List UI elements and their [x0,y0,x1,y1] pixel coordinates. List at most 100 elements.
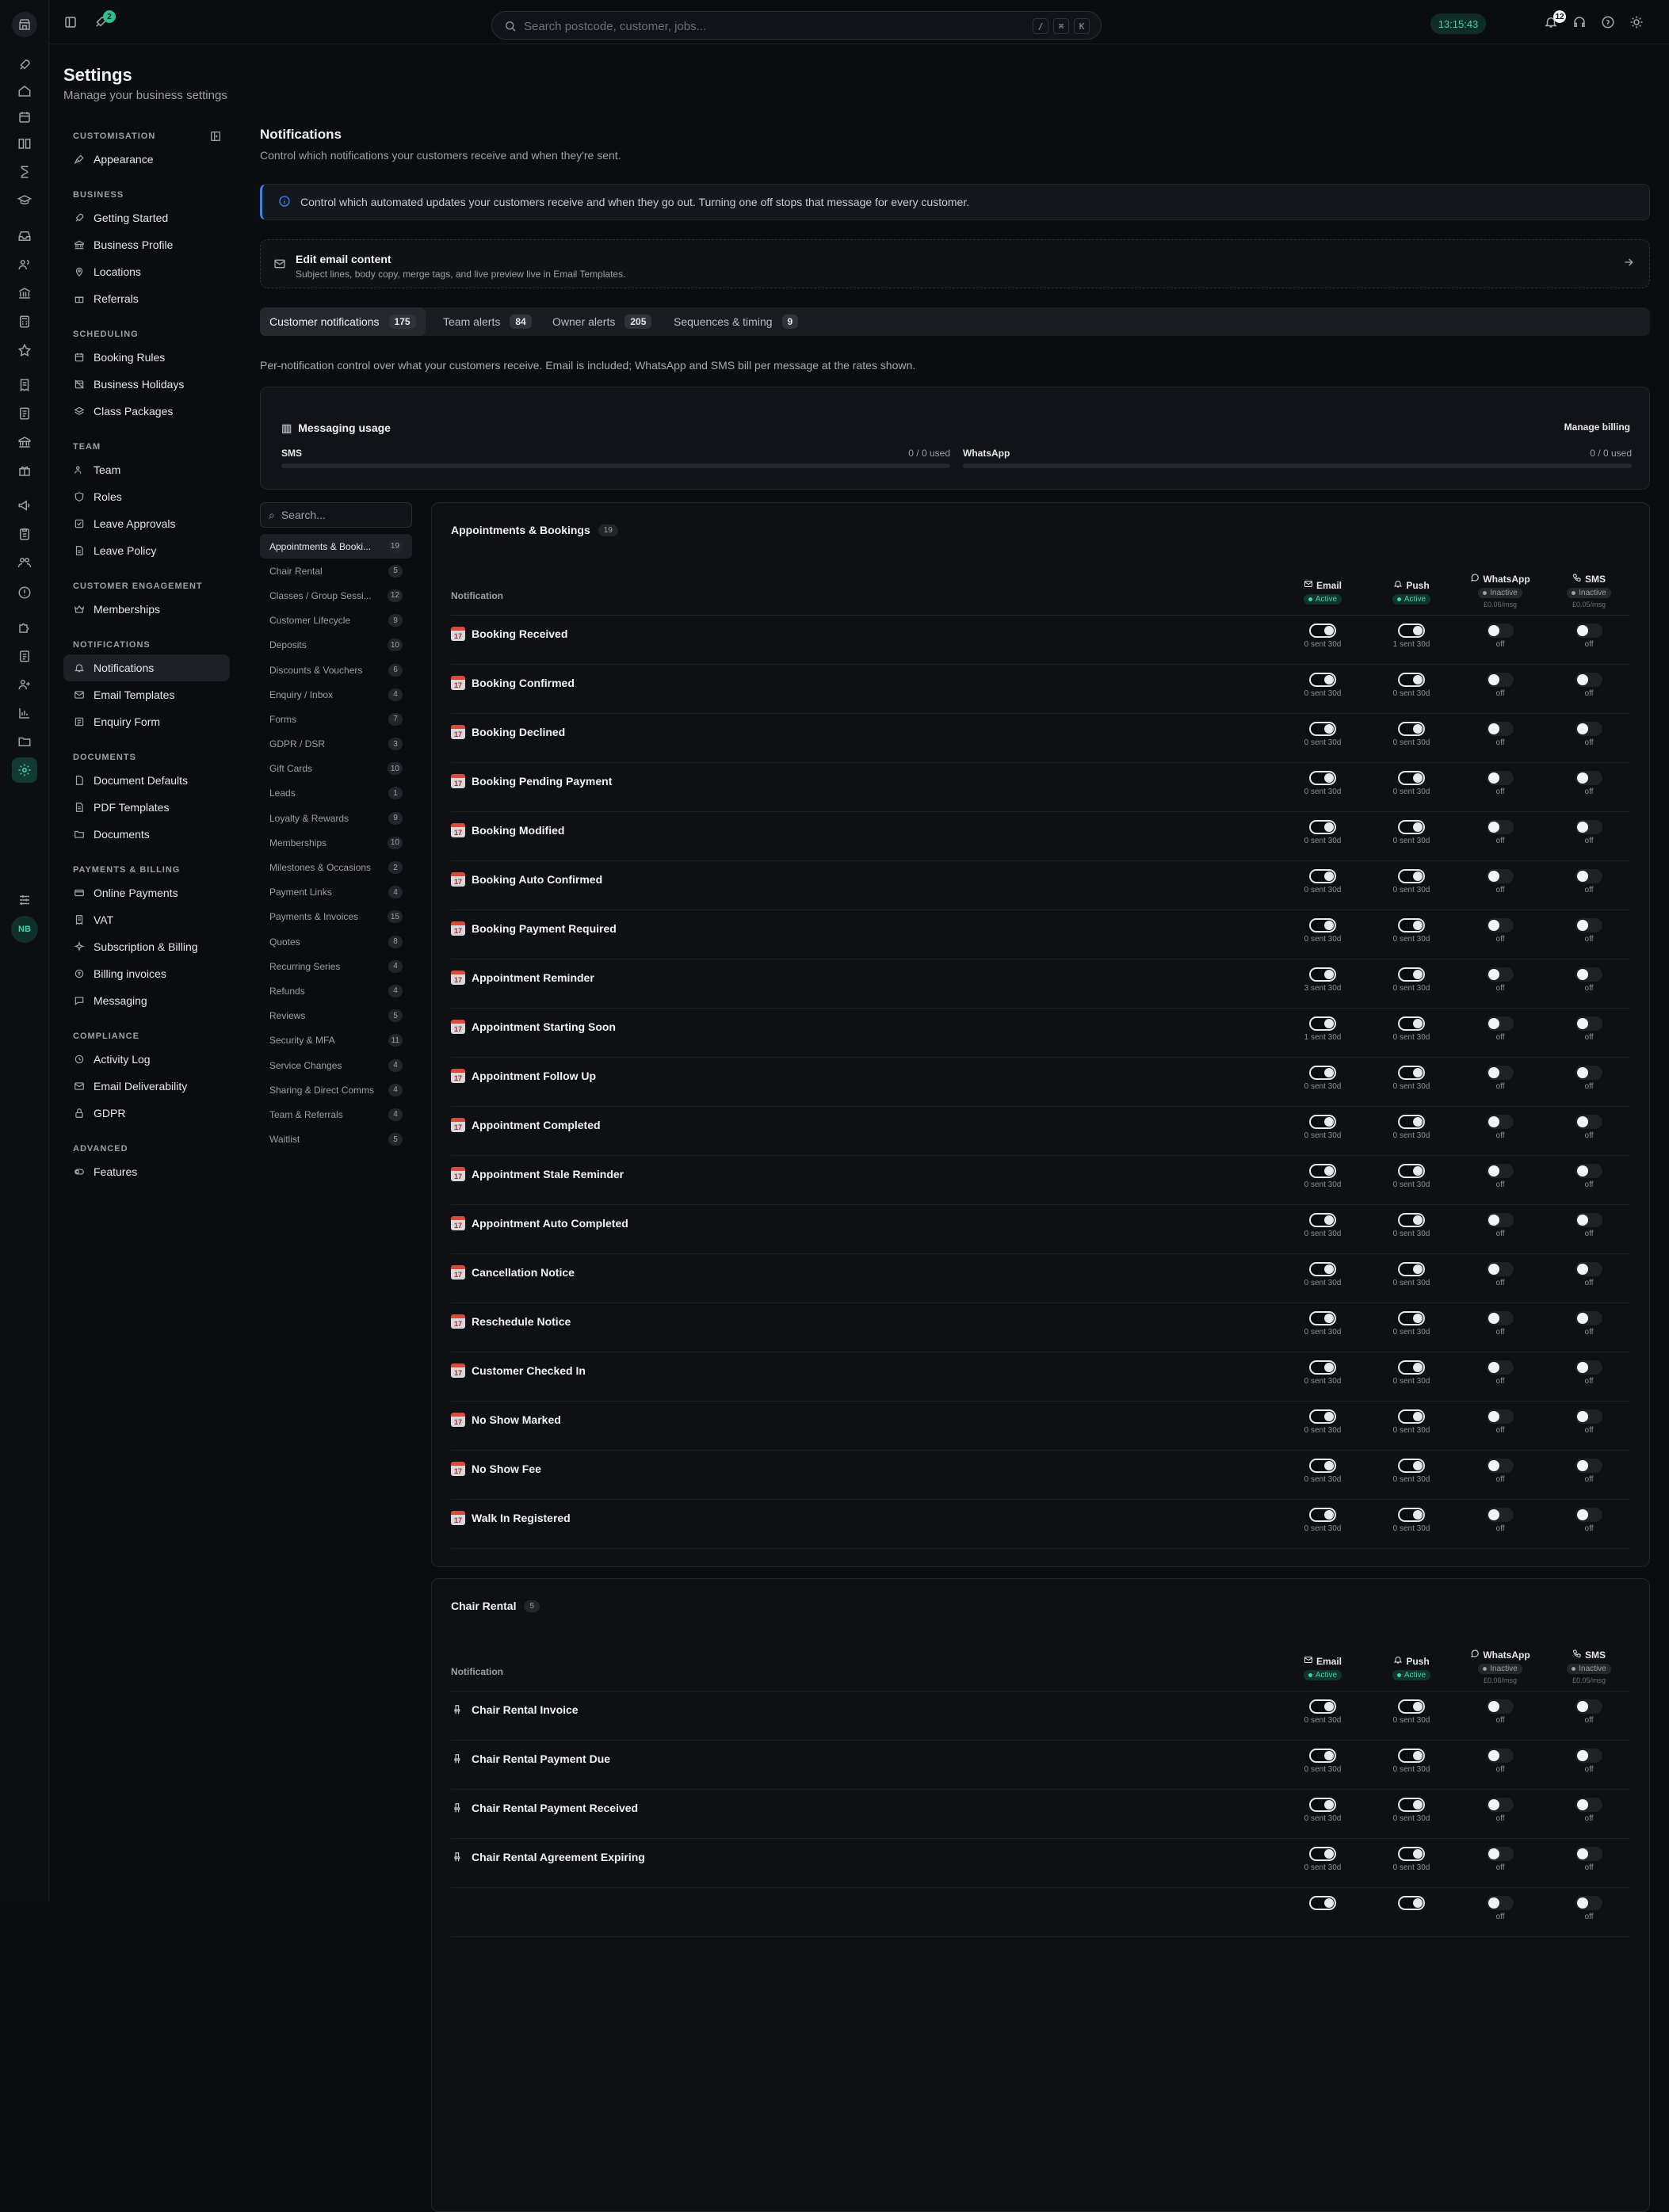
sms-toggle[interactable] [1575,673,1602,687]
push-toggle[interactable] [1398,771,1425,785]
nav-item-pdf-templates[interactable]: PDF Templates [63,794,230,821]
nav-item-booking-rules[interactable]: Booking Rules [63,344,230,371]
nav-item-appearance[interactable]: Appearance [63,146,230,173]
nav-item-email-deliverability[interactable]: Email Deliverability [63,1073,230,1100]
sms-toggle[interactable] [1575,624,1602,638]
email-toggle[interactable] [1309,918,1336,932]
push-toggle[interactable] [1398,1016,1425,1031]
tab-owner-alerts[interactable]: Owner alerts 205 [552,307,652,336]
push-toggle[interactable] [1398,1699,1425,1714]
push-toggle[interactable] [1398,1262,1425,1276]
sms-toggle[interactable] [1575,1508,1602,1522]
checklist-icon[interactable] [15,646,34,666]
category-item[interactable]: Refunds 4 [260,978,412,1003]
whatsapp-toggle[interactable] [1487,918,1514,932]
category-item[interactable]: Team & Referrals 4 [260,1102,412,1127]
nav-item-team[interactable]: Team [63,456,230,483]
category-item[interactable]: Deposits 10 [260,633,412,658]
nav-item-documents[interactable]: Documents [63,821,230,848]
sms-toggle[interactable] [1575,1016,1602,1031]
whatsapp-toggle[interactable] [1487,1459,1514,1473]
whatsapp-toggle[interactable] [1487,1896,1514,1910]
push-toggle[interactable] [1398,1066,1425,1080]
push-toggle[interactable] [1398,1508,1425,1522]
category-item[interactable]: Leads 1 [260,781,412,806]
nav-item-messaging[interactable]: Messaging [63,987,230,1014]
nav-item-notifications[interactable]: Notifications [63,654,230,681]
email-toggle[interactable] [1309,1311,1336,1325]
whatsapp-toggle[interactable] [1487,1798,1514,1812]
push-toggle[interactable] [1398,1847,1425,1861]
push-toggle[interactable] [1398,820,1425,834]
whatsapp-toggle[interactable] [1487,722,1514,736]
category-item[interactable]: Sharing & Direct Comms 4 [260,1077,412,1102]
category-item[interactable]: Memberships 10 [260,830,412,855]
category-item[interactable]: Discounts & Vouchers 6 [260,658,412,682]
sms-toggle[interactable] [1575,1262,1602,1276]
help-icon[interactable] [1601,15,1615,32]
user-plus-icon[interactable] [15,675,34,694]
nav-item-leave-approvals[interactable]: Leave Approvals [63,510,230,537]
email-toggle[interactable] [1309,1066,1336,1080]
nav-item-referrals[interactable]: Referrals [63,285,230,312]
theme-sun-icon[interactable] [1629,15,1644,32]
category-item[interactable]: GDPR / DSR 3 [260,732,412,757]
email-toggle[interactable] [1309,1699,1336,1714]
bank-icon[interactable] [15,284,34,303]
whatsapp-toggle[interactable] [1487,1311,1514,1325]
push-toggle[interactable] [1398,1164,1425,1178]
nav-item-email-templates[interactable]: Email Templates [63,681,230,708]
clipboard-icon[interactable] [15,524,34,543]
nav-item-locations[interactable]: Locations [63,258,230,285]
whatsapp-toggle[interactable] [1487,1749,1514,1763]
category-item[interactable]: Classes / Group Sessi... 12 [260,583,412,608]
push-toggle[interactable] [1398,869,1425,883]
push-toggle[interactable] [1398,918,1425,932]
nav-item-business-profile[interactable]: Business Profile [63,231,230,258]
sliders-icon[interactable] [15,891,34,910]
search-input[interactable]: Search postcode, customer, jobs... [524,20,706,33]
nav-item-class-packages[interactable]: Class Packages [63,398,230,425]
email-toggle[interactable] [1309,820,1336,834]
push-toggle[interactable] [1398,1213,1425,1227]
email-toggle[interactable] [1309,1016,1336,1031]
graduation-icon[interactable] [15,191,34,210]
whatsapp-toggle[interactable] [1487,1066,1514,1080]
category-item[interactable]: Gift Cards 10 [260,757,412,781]
nav-item-leave-policy[interactable]: Leave Policy [63,537,230,564]
nav-item-gdpr[interactable]: GDPR [63,1100,230,1127]
whatsapp-toggle[interactable] [1487,771,1514,785]
sms-toggle[interactable] [1575,869,1602,883]
category-item[interactable]: Reviews 5 [260,1004,412,1028]
users-icon[interactable] [15,255,34,274]
rocket-icon[interactable] [15,55,34,74]
nav-item-business-holidays[interactable]: Business Holidays [63,371,230,398]
global-search[interactable]: Search postcode, customer, jobs... / ⌘ K [491,11,1102,40]
email-toggle[interactable] [1309,673,1336,687]
category-item[interactable]: Forms 7 [260,707,412,731]
email-toggle[interactable] [1309,1409,1336,1424]
sms-toggle[interactable] [1575,1749,1602,1763]
calculator-icon[interactable] [15,312,34,331]
push-toggle[interactable] [1398,1115,1425,1129]
hourglass-icon[interactable] [15,162,34,181]
tab-sequences-timing[interactable]: Sequences & timing 9 [674,307,799,336]
sms-toggle[interactable] [1575,1311,1602,1325]
category-item[interactable]: Enquiry / Inbox 4 [260,682,412,707]
sms-toggle[interactable] [1575,820,1602,834]
nav-item-roles[interactable]: Roles [63,483,230,510]
push-toggle[interactable] [1398,1459,1425,1473]
sms-toggle[interactable] [1575,1360,1602,1375]
category-item[interactable]: Payments & Invoices 15 [260,905,412,929]
whatsapp-toggle[interactable] [1487,1262,1514,1276]
sms-toggle[interactable] [1575,1896,1602,1910]
whatsapp-toggle[interactable] [1487,1016,1514,1031]
email-toggle[interactable] [1309,1749,1336,1763]
email-toggle[interactable] [1309,1213,1336,1227]
inbox-icon[interactable] [15,227,34,246]
nav-item-enquiry-form[interactable]: Enquiry Form [63,708,230,735]
settings-gear-icon[interactable] [12,757,37,783]
whatsapp-toggle[interactable] [1487,967,1514,982]
nav-item-activity-log[interactable]: Activity Log [63,1046,230,1073]
tab-team-alerts[interactable]: Team alerts 84 [443,307,532,336]
